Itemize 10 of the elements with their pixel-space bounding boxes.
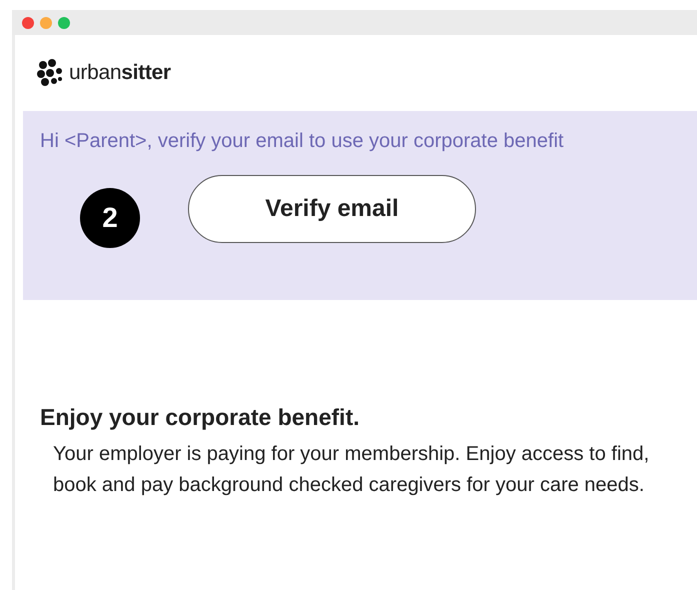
verify-email-button[interactable]: Verify email bbox=[188, 175, 476, 243]
benefit-title: Enjoy your corporate benefit. bbox=[40, 404, 360, 431]
step-badge: 2 bbox=[80, 188, 140, 248]
minimize-button[interactable] bbox=[40, 16, 52, 28]
close-button[interactable] bbox=[22, 16, 34, 28]
logo-icon bbox=[37, 59, 65, 87]
brand-name: urbansitter bbox=[69, 61, 171, 85]
banner-message: Hi <Parent>, verify your email to use your corporate benefit bbox=[40, 129, 565, 154]
maximize-button[interactable] bbox=[58, 16, 70, 28]
benefit-description: Your employer is paying for your membership. Enjoy access to find, book and pay background checked caregivers for your care needs. bbox=[53, 442, 650, 498]
